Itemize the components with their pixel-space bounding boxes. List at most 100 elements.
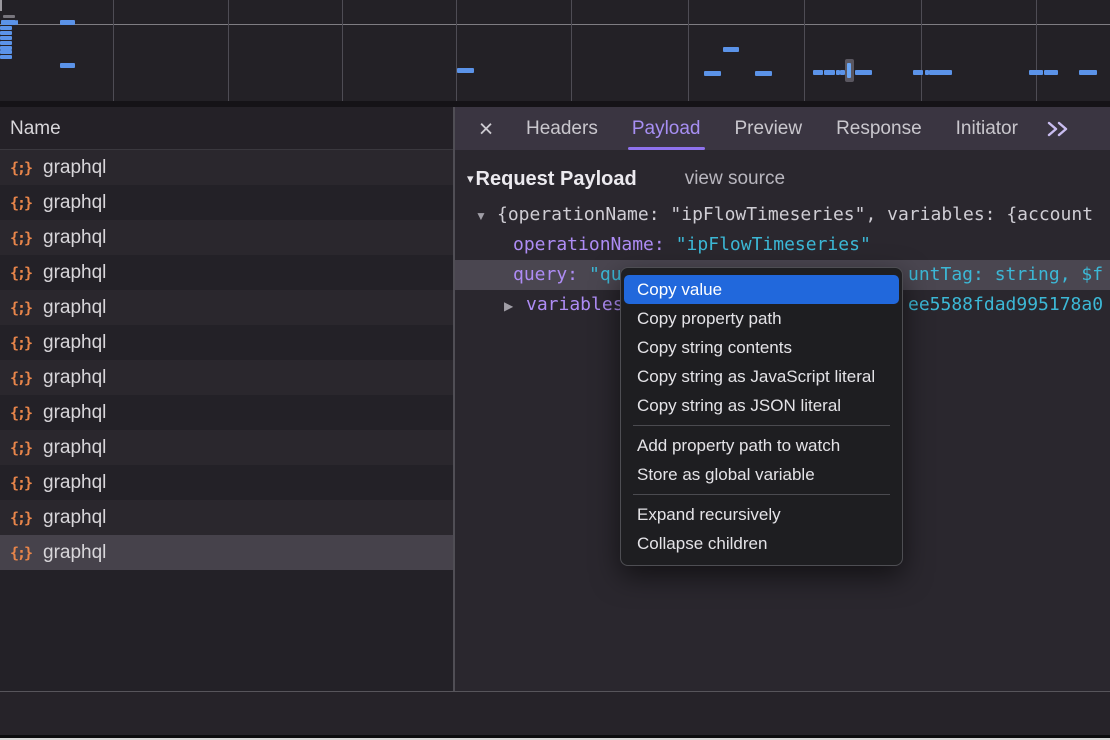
request-row[interactable]: {;}graphql	[0, 500, 453, 535]
waterfall-bar[interactable]	[0, 41, 12, 45]
menu-item-store-as-global-variable[interactable]: Store as global variable	[621, 460, 902, 489]
json-icon: {;}	[10, 264, 36, 282]
overview-vertical-gridline	[456, 0, 457, 101]
request-row[interactable]: {;} graphql	[0, 395, 453, 430]
details-tabbar: × Headers Payload Preview Response Initi…	[455, 107, 1110, 150]
waterfall-bar[interactable]	[457, 68, 474, 73]
waterfall-bar[interactable]	[704, 71, 721, 76]
waterfall-bar[interactable]	[1, 20, 16, 25]
request-row[interactable]: {;} graphql	[0, 325, 453, 360]
waterfall-bar[interactable]	[1029, 70, 1043, 75]
request-row[interactable]: {;}graphql	[0, 430, 453, 465]
request-name: graphql	[43, 472, 106, 494]
json-icon: {;}	[10, 299, 36, 317]
close-icon[interactable]: ×	[475, 109, 497, 149]
request-name: graphql	[43, 332, 106, 354]
waterfall-bar[interactable]	[0, 31, 12, 35]
request-row[interactable]: {;}graphql	[0, 185, 453, 220]
menu-item-copy-value[interactable]: Copy value	[624, 275, 899, 304]
waterfall-bar[interactable]	[3, 15, 15, 18]
json-key: variables	[526, 294, 624, 315]
overview-horizontal-gridline	[0, 24, 1110, 25]
request-name: graphql	[43, 262, 106, 284]
waterfall-bar[interactable]	[824, 70, 835, 75]
menu-item-expand-recursively[interactable]: Expand recursively	[621, 500, 902, 529]
json-icon: {;}	[10, 334, 36, 352]
view-source-link[interactable]: view source	[685, 168, 785, 190]
collapse-triangle-icon: ▾	[467, 171, 474, 187]
tab-initiator[interactable]: Initiator	[956, 107, 1018, 150]
request-row[interactable]: {;}graphql	[0, 150, 453, 185]
request-payload-section-header[interactable]: ▾ Request Payload view source	[455, 163, 1110, 195]
menu-item-copy-string-json-literal[interactable]: Copy string as JSON literal	[621, 391, 902, 420]
tab-preview[interactable]: Preview	[735, 107, 803, 150]
operation-name-row[interactable]: operationName: "ipFlowTimeseries"	[455, 230, 1110, 260]
waterfall-bar[interactable]	[0, 55, 12, 59]
waterfall-bar[interactable]	[60, 63, 75, 68]
payload-root-row[interactable]: ▼{operationName: "ipFlowTimeseries", var…	[455, 200, 1110, 230]
menu-item-collapse-children[interactable]: Collapse children	[621, 529, 902, 558]
menu-item-copy-string-js-literal[interactable]: Copy string as JavaScript literal	[621, 362, 902, 391]
payload-summary-text: {operationName: "ipFlowTimeseries", vari…	[497, 204, 1093, 225]
request-row-selected[interactable]: {;}graphql	[0, 535, 453, 570]
request-name: graphql	[43, 297, 106, 319]
waterfall-bar[interactable]	[0, 50, 12, 54]
tab-response[interactable]: Response	[836, 107, 922, 150]
waterfall-bar[interactable]	[723, 47, 739, 52]
tab-payload[interactable]: Payload	[632, 107, 701, 150]
request-row[interactable]: {;} graphql	[0, 290, 453, 325]
json-key: operationName:	[513, 234, 665, 255]
request-name: graphql	[43, 542, 106, 564]
json-string-value-end: ee5588fdad995178a0	[908, 290, 1103, 320]
request-row[interactable]: {;} graphql	[0, 255, 453, 290]
request-row[interactable]: {;}graphql	[0, 220, 453, 255]
overview-vertical-gridline	[921, 0, 922, 101]
menu-item-copy-property-path[interactable]: Copy property path	[621, 304, 902, 333]
overview-vertical-gridline	[113, 0, 114, 101]
waterfall-bar[interactable]	[855, 70, 872, 75]
waterfall-bar[interactable]	[60, 20, 75, 25]
request-row[interactable]: {;}graphql	[0, 465, 453, 500]
corner-tick	[0, 0, 2, 11]
waterfall-bar[interactable]	[929, 70, 952, 75]
name-column-label: Name	[10, 118, 61, 139]
json-string-value: "ipFlowTimeseries"	[676, 234, 871, 255]
expanded-triangle-icon[interactable]: ▼	[475, 201, 497, 230]
overview-vertical-gridline	[571, 0, 572, 101]
overview-vertical-gridline	[342, 0, 343, 101]
section-title: Request Payload	[476, 168, 637, 191]
request-list-panel: Name {;} graphql {;} graphql {;} graphql {;…	[0, 107, 453, 691]
request-name: graphql	[43, 437, 106, 459]
waterfall-bar[interactable]	[0, 26, 12, 30]
request-row[interactable]: {;}graphql	[0, 360, 453, 395]
more-tabs-icon[interactable]	[1045, 121, 1071, 137]
request-name: graphql	[43, 402, 106, 424]
json-icon: {;}	[10, 509, 36, 527]
panel-divider[interactable]	[453, 107, 455, 736]
json-string-value-start: "qu	[589, 264, 622, 285]
request-name: graphql	[43, 192, 106, 214]
waterfall-bar[interactable]	[813, 70, 823, 75]
waterfall-bar[interactable]	[16, 20, 18, 25]
waterfall-bar[interactable]	[1079, 70, 1097, 75]
menu-item-add-property-path-to-watch[interactable]: Add property path to watch	[621, 431, 902, 460]
name-column-header[interactable]: Name	[0, 107, 453, 150]
json-key: query:	[513, 264, 578, 285]
json-icon: {;}	[10, 404, 36, 422]
json-icon: {;}	[10, 229, 36, 247]
waterfall-bar[interactable]	[0, 36, 12, 40]
menu-separator	[633, 425, 890, 426]
waterfall-bar[interactable]	[755, 71, 772, 76]
waterfall-selection-bar	[847, 63, 851, 78]
network-overview-waterfall[interactable]	[0, 0, 1110, 101]
json-icon: {;}	[10, 159, 36, 177]
waterfall-bar[interactable]	[1044, 70, 1058, 75]
footer-bar	[0, 691, 1110, 736]
waterfall-bar[interactable]	[913, 70, 923, 75]
collapsed-triangle-icon[interactable]: ▶	[504, 291, 526, 320]
menu-item-copy-string-contents[interactable]: Copy string contents	[621, 333, 902, 362]
overview-vertical-gridline	[804, 0, 805, 101]
context-menu: Copy value Copy property path Copy strin…	[620, 267, 903, 566]
tab-headers[interactable]: Headers	[526, 107, 598, 150]
menu-separator	[633, 494, 890, 495]
